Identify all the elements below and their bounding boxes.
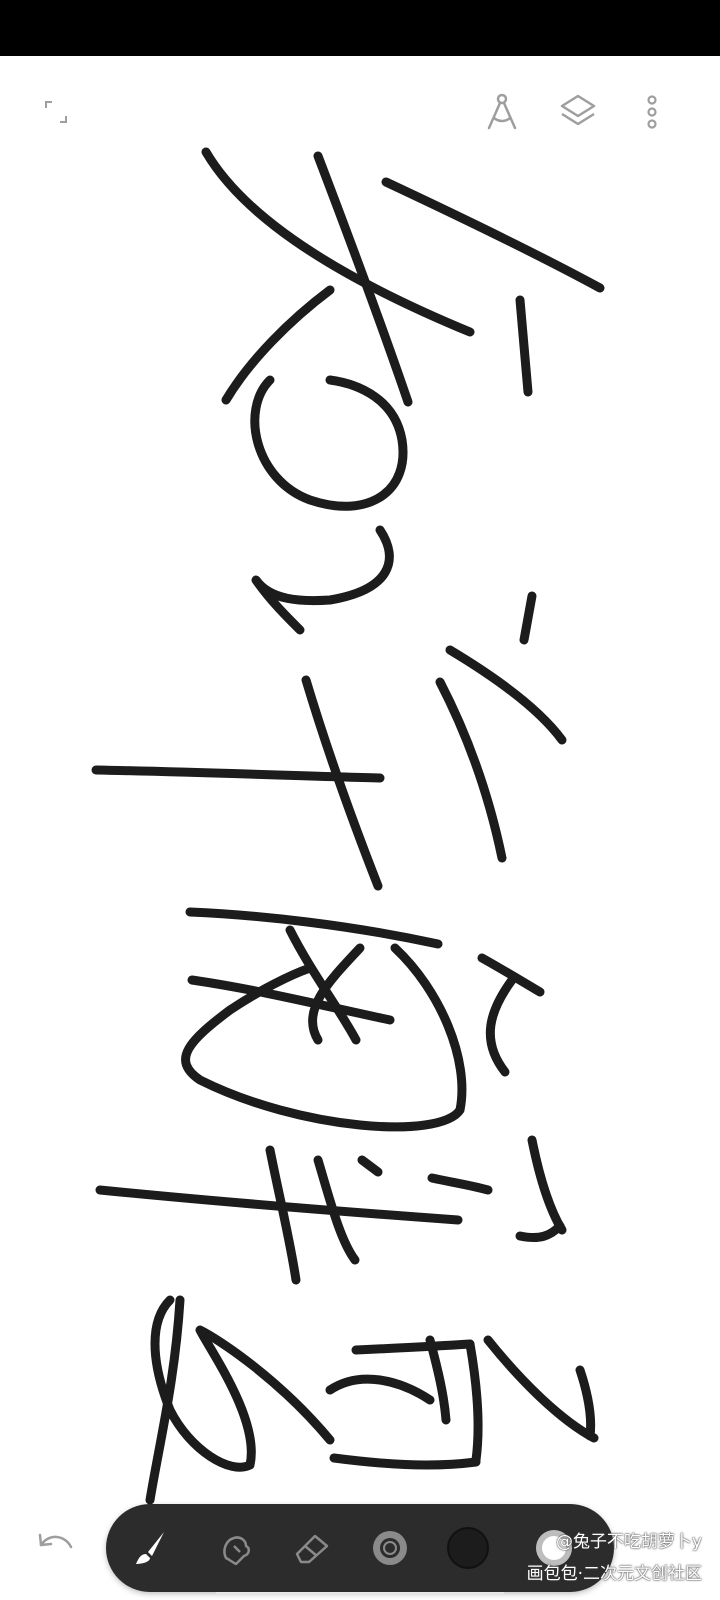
eraser-icon [295, 1534, 329, 1564]
color-picker[interactable] [438, 1518, 498, 1578]
brush-icon [136, 1532, 164, 1564]
home-indicator [216, 1592, 504, 1594]
smudge-icon [223, 1536, 250, 1566]
status-bar [0, 0, 720, 56]
layers-button[interactable] [554, 88, 602, 136]
brush-size-icon [373, 1531, 407, 1565]
more-options-button[interactable] [638, 90, 666, 134]
fullscreen-button[interactable] [38, 94, 74, 130]
eraser-tool[interactable] [282, 1518, 342, 1578]
handwritten-strokes [91, 147, 605, 1505]
watermark-site: 画包包·二次元文创社区 [526, 1564, 702, 1584]
more-vertical-icon [647, 95, 657, 129]
smudge-tool[interactable] [206, 1518, 266, 1578]
color-swatch-icon [447, 1527, 489, 1569]
brush-tool[interactable] [120, 1518, 180, 1578]
brush-size-tool[interactable] [360, 1518, 420, 1578]
watermark-author: @兔子不吃胡萝卜y [555, 1532, 702, 1552]
undo-button[interactable] [32, 1524, 78, 1564]
fullscreen-icon [45, 101, 67, 123]
ruler-compass-button[interactable] [480, 90, 524, 134]
undo-icon [38, 1533, 73, 1549]
layers-icon [560, 94, 596, 126]
ruler-compass-icon [487, 93, 517, 130]
